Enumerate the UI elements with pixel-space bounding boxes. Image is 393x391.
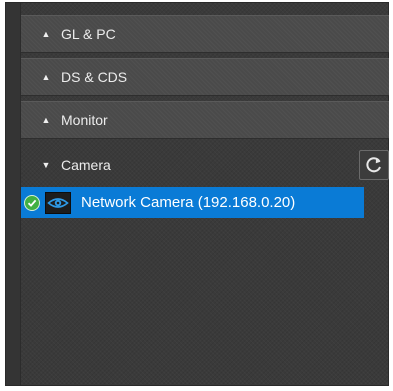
section-monitor[interactable]: ▲ Monitor	[21, 101, 389, 139]
collapse-arrow-icon: ▲	[41, 115, 51, 125]
section-label: Monitor	[61, 112, 108, 128]
section-label: DS & CDS	[61, 69, 128, 85]
device-row-network-camera[interactable]: Network Camera (192.168.0.20)	[21, 187, 364, 218]
section-label: GL & PC	[61, 26, 116, 42]
collapse-arrow-icon: ▲	[41, 72, 51, 82]
expand-arrow-icon: ▼	[41, 160, 51, 170]
section-gl-pc[interactable]: ▲ GL & PC	[21, 15, 389, 53]
collapse-arrow-icon: ▲	[41, 29, 51, 39]
section-ds-cds[interactable]: ▲ DS & CDS	[21, 58, 389, 96]
connected-check-icon	[24, 194, 40, 211]
refresh-button[interactable]	[359, 150, 389, 180]
camera-eye-icon	[45, 191, 71, 214]
section-label: Camera	[61, 157, 111, 173]
device-panel: ▲ GL & PC ▲ DS & CDS ▲ Monitor ▼ Camera	[5, 2, 389, 386]
panel-left-strip	[6, 3, 21, 385]
section-camera[interactable]: ▼ Camera	[21, 147, 389, 183]
refresh-icon	[366, 157, 381, 173]
device-label: Network Camera (192.168.0.20)	[81, 194, 296, 211]
